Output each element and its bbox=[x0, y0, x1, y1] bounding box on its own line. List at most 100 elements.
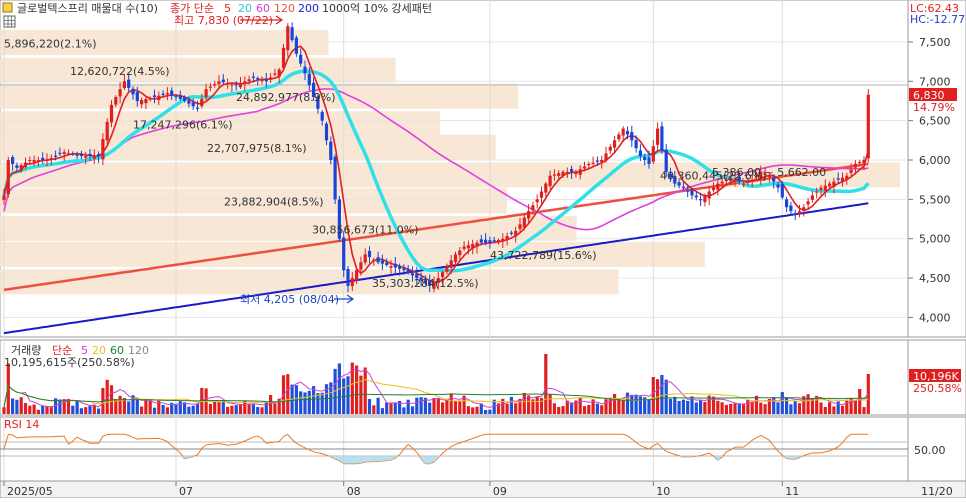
candle-up bbox=[557, 173, 560, 176]
candle-down bbox=[493, 240, 496, 241]
candle-down bbox=[643, 157, 646, 160]
rsi-oversold-fill bbox=[690, 456, 694, 457]
candle-up bbox=[549, 176, 552, 186]
volume-bar bbox=[652, 377, 655, 414]
volume-bar bbox=[381, 408, 384, 414]
candle-down bbox=[407, 269, 410, 273]
grid-icon[interactable] bbox=[4, 16, 15, 27]
volume-bar bbox=[832, 407, 835, 414]
volume-bar bbox=[738, 404, 741, 414]
volume-bar bbox=[458, 401, 461, 414]
rsi-label: RSI 14 bbox=[4, 418, 39, 431]
candle-up bbox=[372, 260, 375, 261]
candle-up bbox=[355, 270, 358, 281]
candle-up bbox=[243, 81, 246, 84]
volume-bar bbox=[303, 392, 306, 414]
rsi-oversold-fill bbox=[372, 456, 376, 462]
candle-up bbox=[239, 83, 242, 87]
volume-bar bbox=[127, 401, 130, 414]
price-tick-label: 7,500 bbox=[919, 36, 951, 49]
candle-up bbox=[553, 174, 556, 175]
volume-bar bbox=[149, 401, 152, 414]
profile-label: 5,896,220(2.1%) bbox=[4, 38, 97, 51]
candle-down bbox=[626, 131, 629, 135]
volume-bar bbox=[764, 404, 767, 414]
candle-up bbox=[205, 89, 208, 97]
candle-down bbox=[665, 150, 668, 172]
candle-up bbox=[248, 79, 251, 81]
settings-icon[interactable] bbox=[3, 3, 12, 12]
rsi-oversold-fill bbox=[380, 456, 384, 461]
volume-bar bbox=[510, 397, 513, 414]
candle-up bbox=[93, 156, 96, 159]
candle-up bbox=[123, 81, 126, 88]
candle-down bbox=[97, 154, 100, 156]
candle-up bbox=[226, 83, 229, 84]
month-label: 11 bbox=[785, 485, 799, 498]
rsi-oversold-fill bbox=[793, 456, 797, 460]
volume-bar bbox=[845, 400, 848, 414]
candle-up bbox=[33, 160, 36, 162]
candle-up bbox=[67, 153, 70, 154]
volume-bar bbox=[828, 402, 831, 414]
volume-bar bbox=[686, 401, 689, 414]
ma-period-200[interactable]: 200 bbox=[298, 2, 319, 15]
candle-up bbox=[50, 158, 53, 159]
candle-down bbox=[794, 214, 797, 215]
candle-up bbox=[592, 163, 595, 164]
candle-up bbox=[802, 207, 805, 210]
candle-up bbox=[811, 195, 814, 199]
volume-bar bbox=[37, 410, 40, 414]
candle-up bbox=[712, 188, 715, 191]
candle-up bbox=[617, 134, 620, 139]
candle-up bbox=[708, 191, 711, 198]
candle-up bbox=[815, 191, 818, 192]
candle-down bbox=[484, 240, 487, 243]
volume-bar bbox=[776, 402, 779, 414]
candle-down bbox=[342, 237, 345, 270]
candle-down bbox=[192, 102, 195, 106]
month-label: 09 bbox=[493, 485, 507, 498]
volume-bar bbox=[630, 395, 633, 414]
volume-bar bbox=[432, 398, 435, 414]
volume-bar bbox=[20, 397, 23, 414]
volume-bar bbox=[308, 391, 311, 414]
rsi-oversold-fill bbox=[389, 456, 393, 460]
candle-up bbox=[20, 165, 23, 170]
candle-up bbox=[351, 278, 354, 286]
candle-down bbox=[80, 154, 83, 156]
price-tick-label: 6,000 bbox=[919, 154, 951, 167]
candle-down bbox=[183, 97, 186, 101]
low-annotation: 최저 4,205 (08/04) bbox=[240, 293, 339, 306]
ma-period-120[interactable]: 120 bbox=[274, 2, 295, 15]
stock-chart[interactable]: 5,896,220(2.1%)12,620,722(4.5%)24,892,97… bbox=[0, 0, 966, 498]
rsi-oversold-fill bbox=[354, 456, 358, 464]
candle-up bbox=[200, 99, 203, 106]
volume-bar bbox=[260, 407, 263, 414]
hc-value: HC:-12.77 bbox=[910, 13, 965, 26]
candle-up bbox=[106, 122, 109, 140]
volume-bar bbox=[514, 403, 517, 414]
volume-bar bbox=[196, 403, 199, 414]
volume-bar bbox=[587, 405, 590, 414]
volume-bar bbox=[484, 410, 487, 414]
candle-down bbox=[570, 169, 573, 172]
rsi-oversold-fill bbox=[182, 456, 186, 459]
candle-down bbox=[488, 240, 491, 242]
volume-bar bbox=[153, 408, 156, 414]
volume-bar bbox=[415, 398, 418, 414]
candle-down bbox=[54, 156, 57, 157]
candle-up bbox=[652, 146, 655, 161]
rsi-oversold-fill bbox=[681, 456, 685, 457]
volume-bar bbox=[273, 404, 276, 414]
rsi-oversold-fill bbox=[432, 456, 436, 462]
volume-bar bbox=[389, 403, 392, 414]
volume-bar bbox=[613, 394, 616, 414]
rsi-oversold-fill bbox=[359, 456, 363, 463]
profile-label: 23,882,904(8.5%) bbox=[224, 196, 324, 209]
volume-bar bbox=[71, 406, 74, 414]
candle-down bbox=[789, 205, 792, 211]
volume-bar bbox=[824, 407, 827, 414]
candle-down bbox=[291, 27, 294, 40]
candle-down bbox=[295, 38, 298, 54]
